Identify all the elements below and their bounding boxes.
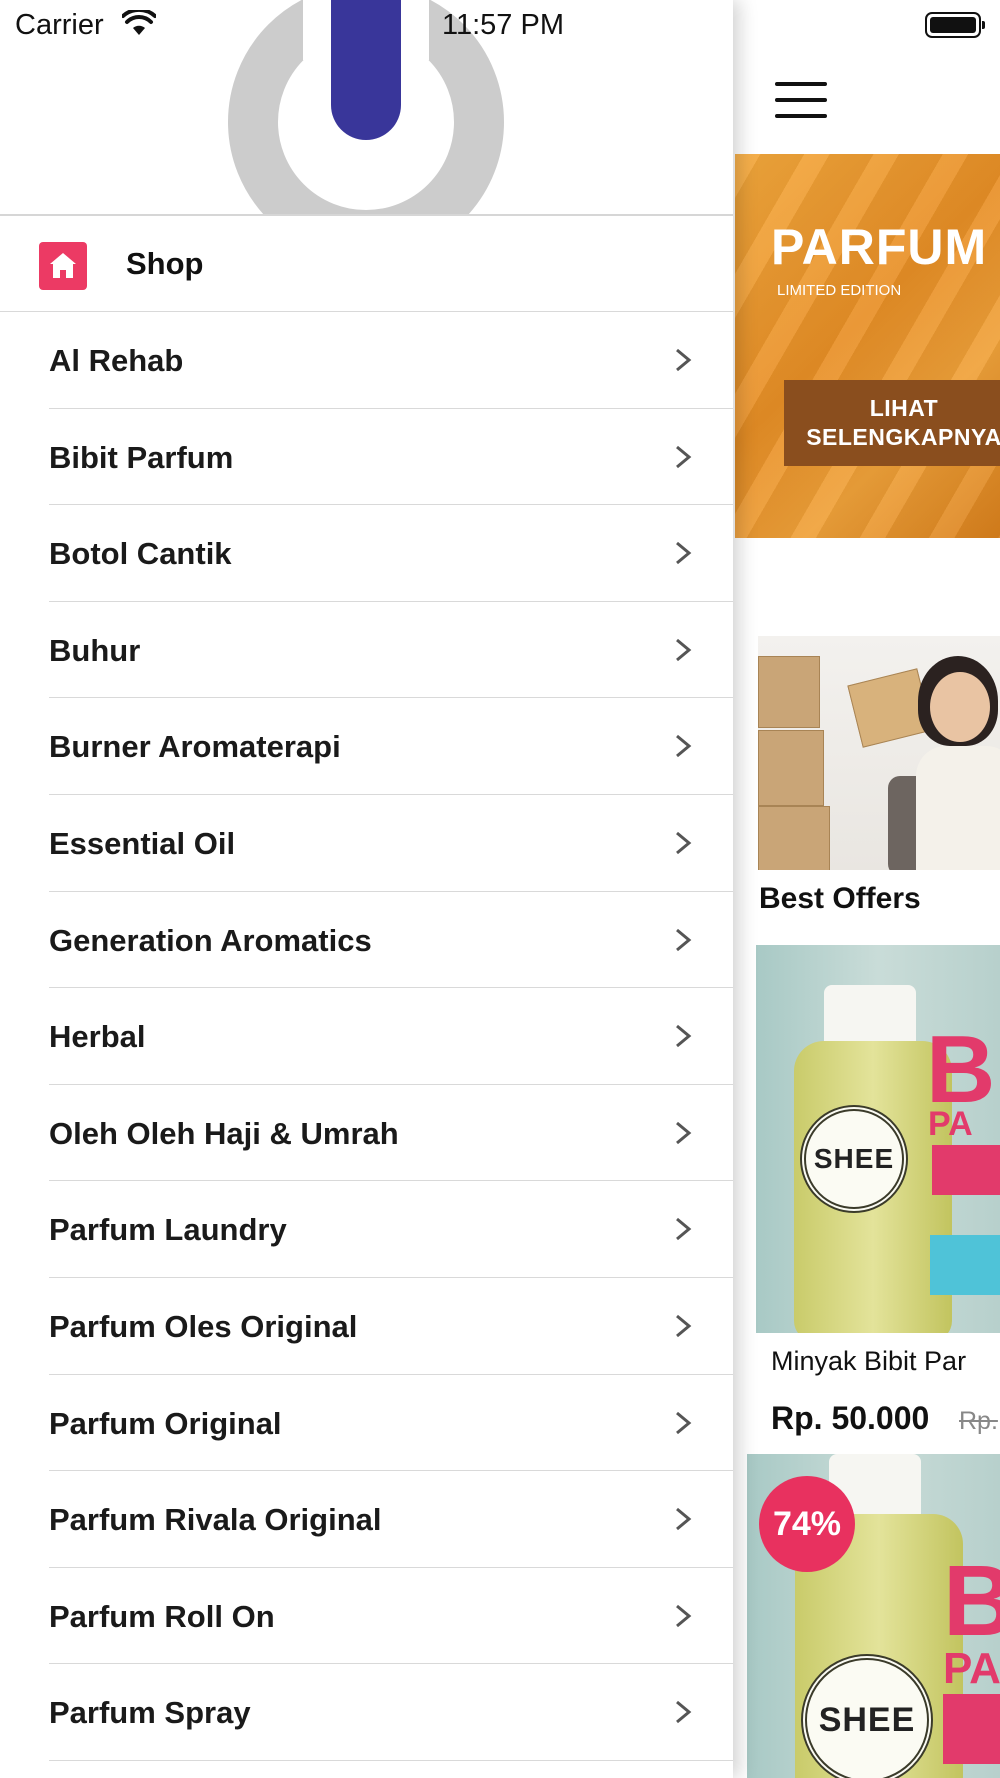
menu-icon[interactable] (775, 82, 827, 118)
shop-menu-item[interactable]: Shop (0, 216, 733, 312)
banner-title: PARFUM (771, 219, 988, 275)
category-label: Burner Aromaterapi (49, 729, 341, 765)
category-item[interactable]: Parfum Laundry (49, 1181, 733, 1278)
category-label: Parfum Oles Original (49, 1308, 358, 1344)
product-label: SHEE (801, 1654, 933, 1778)
navigation-drawer: Shop Al Rehab Bibit Parfum Botol Cantik … (0, 0, 733, 1778)
category-item[interactable]: Buhur (49, 602, 733, 699)
section-title-best-offers: Best Offers (759, 882, 921, 915)
category-item[interactable]: Parfum Spray (49, 1664, 733, 1761)
category-item[interactable]: Essential Oil (49, 795, 733, 892)
chevron-right-icon (676, 1701, 692, 1724)
product-name[interactable]: Minyak Bibit Par (771, 1346, 966, 1377)
drawer-header (0, 0, 733, 216)
category-label: Parfum Rivala Original (49, 1502, 382, 1538)
chevron-right-icon (676, 445, 692, 468)
promo-image[interactable] (758, 636, 1000, 870)
product-label: SHEE (800, 1105, 908, 1213)
home-icon (39, 242, 87, 290)
product-old-price: Rp. (959, 1407, 998, 1435)
category-label: Parfum Spray (49, 1695, 251, 1731)
chevron-right-icon (676, 1507, 692, 1531)
category-item[interactable]: Parfum Rivala Original (49, 1471, 733, 1568)
product-price: Rp. 50.000 (771, 1400, 930, 1436)
category-label: Al Rehab (49, 343, 184, 378)
chevron-right-icon (676, 1411, 692, 1434)
main-page: PARFUM LIMITED EDITION LIHAT SELENGKAPNY… (733, 0, 1000, 1778)
category-item[interactable]: Oleh Oleh Haji & Umrah (49, 1085, 733, 1182)
category-label: Herbal (49, 1019, 146, 1055)
product-image[interactable]: SHEE B PA (756, 945, 1000, 1333)
chevron-right-icon (676, 1025, 692, 1048)
chevron-right-icon (676, 831, 692, 855)
chevron-right-icon (676, 348, 692, 372)
category-item[interactable]: Herbal (49, 988, 733, 1085)
logo-bar (331, 0, 401, 140)
chevron-right-icon (676, 735, 692, 758)
promo-banner[interactable]: PARFUM LIMITED EDITION LIHAT SELENGKAPNY… (735, 154, 1000, 538)
chevron-right-icon (676, 1121, 692, 1144)
category-label: Parfum Laundry (49, 1212, 287, 1248)
banner-subtitle: LIMITED EDITION (777, 282, 902, 299)
category-item[interactable]: Parfum Oles Original (49, 1278, 733, 1375)
category-item[interactable]: Parfum Roll On (49, 1568, 733, 1665)
category-label: Botol Cantik (49, 536, 232, 572)
chevron-right-icon (676, 1314, 692, 1338)
category-label: Parfum Roll On (49, 1598, 275, 1634)
category-item[interactable]: Burner Aromaterapi (49, 698, 733, 795)
chevron-right-icon (676, 1604, 692, 1627)
category-label: Bibit Parfum (49, 439, 234, 475)
banner-see-more-button[interactable]: LIHAT SELENGKAPNYA (784, 380, 1000, 466)
category-label: Parfum Original (49, 1405, 282, 1441)
chevron-right-icon (676, 1218, 692, 1241)
category-item[interactable]: Parfum Original (49, 1375, 733, 1472)
category-label: Generation Aromatics (49, 922, 372, 958)
category-item[interactable]: Al Rehab (49, 312, 733, 409)
category-label: Buhur (49, 632, 141, 668)
chevron-right-icon (676, 638, 692, 661)
category-list: Al Rehab Bibit Parfum Botol Cantik Buhur… (0, 312, 733, 1761)
chevron-right-icon (676, 928, 692, 951)
shop-label: Shop (126, 246, 204, 281)
category-item[interactable]: Botol Cantik (49, 505, 733, 602)
category-label: Essential Oil (49, 825, 236, 861)
discount-badge: 74% (759, 1476, 855, 1572)
category-label: Oleh Oleh Haji & Umrah (49, 1115, 399, 1151)
chevron-right-icon (676, 542, 692, 565)
category-item[interactable]: Generation Aromatics (49, 892, 733, 989)
category-item[interactable]: Bibit Parfum (49, 409, 733, 506)
